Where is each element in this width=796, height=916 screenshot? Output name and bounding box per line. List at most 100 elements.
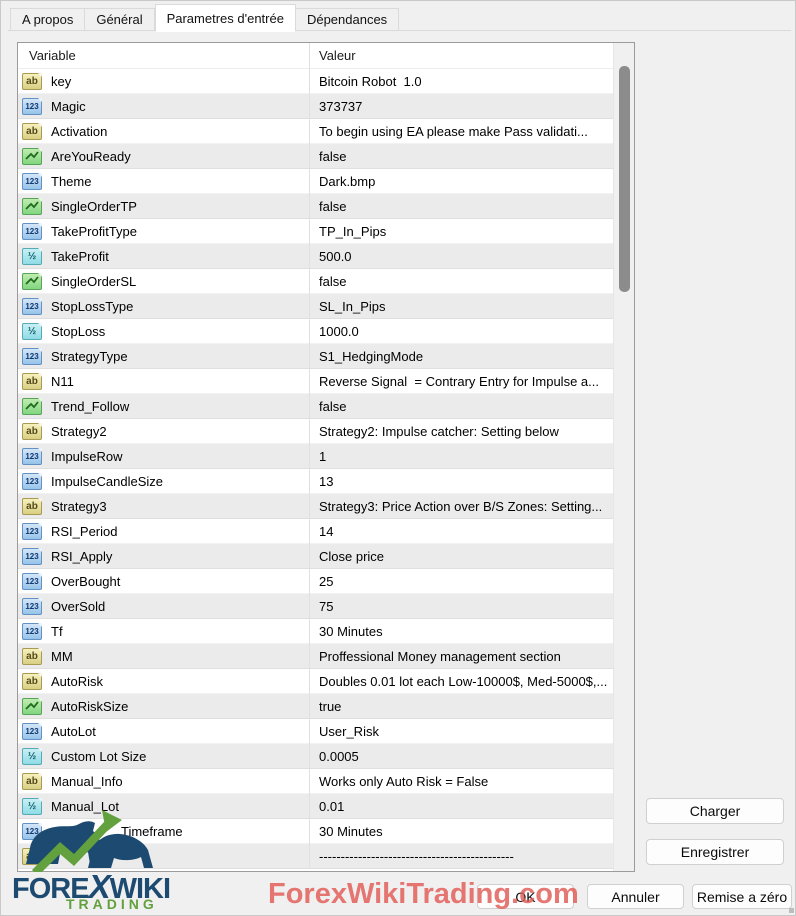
variable-label: OverBought: [51, 574, 121, 589]
value-cell[interactable]: 373737: [310, 94, 613, 119]
table-row[interactable]: 123 Tf 30 Minutes: [18, 619, 613, 644]
value-cell[interactable]: true: [310, 694, 613, 719]
table-row[interactable]: 123 Magic 373737: [18, 94, 613, 119]
table-row[interactable]: ab key Bitcoin Robot 1.0: [18, 69, 613, 94]
value-cell[interactable]: 30 Minutes: [310, 819, 613, 844]
value-cell[interactable]: Strategy3: Price Action over B/S Zones: …: [310, 494, 613, 519]
table-row[interactable]: ½ TakeProfit 500.0: [18, 244, 613, 269]
value-cell[interactable]: SL_In_Pips: [310, 294, 613, 319]
table-row[interactable]: ab -------------------------------------…: [18, 844, 613, 869]
table-row[interactable]: 123 StrategyType S1_HedgingMode: [18, 344, 613, 369]
variable-cell: ab Activation: [18, 119, 310, 144]
parameters-grid: Variable Valeur ab key Bitcoin Robot 1.0…: [18, 43, 613, 871]
variable-label: Manual_Lot: [51, 799, 119, 814]
integer-type-icon: 123: [22, 348, 42, 365]
table-row[interactable]: Trend_Follow false: [18, 394, 613, 419]
annuler-button[interactable]: Annuler: [587, 884, 684, 909]
table-row[interactable]: ab Activation To begin using EA please m…: [18, 119, 613, 144]
variable-label: Strategy2: [51, 424, 107, 439]
table-row[interactable]: 123 Theme Dark.bmp: [18, 169, 613, 194]
variable-label: ImpulseRow: [51, 449, 123, 464]
value-cell[interactable]: 0.01: [310, 794, 613, 819]
table-row[interactable]: ab Strategy3 Strategy3: Price Action ove…: [18, 494, 613, 519]
value-cell[interactable]: S1_HedgingMode: [310, 344, 613, 369]
table-row[interactable]: ab AutoRisk Doubles 0.01 lot each Low-10…: [18, 669, 613, 694]
value-cell[interactable]: 1: [310, 444, 613, 469]
table-row[interactable]: AreYouReady false: [18, 144, 613, 169]
variable-cell: 123 TakeProfitType: [18, 219, 310, 244]
table-row[interactable]: 123 RSI_Apply Close price: [18, 544, 613, 569]
value-cell[interactable]: Proffessional Money management section: [310, 644, 613, 669]
table-row[interactable]: ½ Custom Lot Size 0.0005: [18, 744, 613, 769]
table-row[interactable]: ab Strategy2 Strategy2: Impulse catcher:…: [18, 419, 613, 444]
value-cell[interactable]: Close price: [310, 544, 613, 569]
variable-cell: ab MM: [18, 644, 310, 669]
resize-grip[interactable]: [789, 908, 794, 913]
value-cell[interactable]: 25: [310, 569, 613, 594]
table-row[interactable]: 123 OverBought 25: [18, 569, 613, 594]
value-cell[interactable]: Reverse Signal = Contrary Entry for Impu…: [310, 369, 613, 394]
table-row[interactable]: SingleOrderSL false: [18, 269, 613, 294]
ok-button[interactable]: OK: [477, 884, 574, 909]
value-cell[interactable]: Doubles 0.01 lot each Low-10000$, Med-50…: [310, 669, 613, 694]
variable-cell: ½ Manual_Lot: [18, 794, 310, 819]
value-cell[interactable]: Strategy2: Impulse catcher: Setting belo…: [310, 419, 613, 444]
tab-parametres-entree[interactable]: Parametres d'entrée: [154, 4, 296, 32]
table-row[interactable]: 123 AutoLot User_Risk: [18, 719, 613, 744]
value-cell[interactable]: 0.0005: [310, 744, 613, 769]
table-row[interactable]: AutoRiskSize true: [18, 694, 613, 719]
variable-cell: 123 RSI_Apply: [18, 544, 310, 569]
variable-cell: 123 OverBought: [18, 569, 310, 594]
tab-general[interactable]: Général: [85, 8, 155, 31]
value-cell[interactable]: false: [310, 394, 613, 419]
remise-a-zero-button[interactable]: Remise a zéro: [692, 884, 792, 909]
string-type-icon: ab: [22, 648, 42, 665]
table-row[interactable]: ½ StopLoss 1000.0: [18, 319, 613, 344]
enregistrer-button[interactable]: Enregistrer: [646, 839, 784, 865]
variable-cell: Trend_Follow: [18, 394, 310, 419]
value-cell[interactable]: 500.0: [310, 244, 613, 269]
table-row[interactable]: 123 TakeProfitType TP_In_Pips: [18, 219, 613, 244]
variable-label: Manual_Info: [51, 774, 123, 789]
value-cell[interactable]: 30 Minutes: [310, 619, 613, 644]
variable-label: StrategyType: [51, 349, 128, 364]
value-cell[interactable]: Works only Auto Risk = False: [310, 769, 613, 794]
table-row[interactable]: 123 OverSold 75: [18, 594, 613, 619]
table-row[interactable]: 123 RSI_Period 14: [18, 519, 613, 544]
value-cell[interactable]: 13: [310, 469, 613, 494]
table-row[interactable]: 123 Timeframe 30 Minutes: [18, 819, 613, 844]
table-row[interactable]: ½ Manual_Lot 0.01: [18, 794, 613, 819]
value-cell[interactable]: To begin using EA please make Pass valid…: [310, 119, 613, 144]
table-row[interactable]: SingleOrderTP false: [18, 194, 613, 219]
scrollbar-thumb[interactable]: [619, 66, 630, 292]
value-cell[interactable]: false: [310, 144, 613, 169]
value-cell[interactable]: 75: [310, 594, 613, 619]
value-cell[interactable]: Bitcoin Robot 1.0: [310, 69, 613, 94]
value-cell[interactable]: User_Risk: [310, 719, 613, 744]
value-cell[interactable]: TP_In_Pips: [310, 219, 613, 244]
value-cell[interactable]: Dark.bmp: [310, 169, 613, 194]
string-type-icon: ab: [22, 848, 42, 865]
charger-button[interactable]: Charger: [646, 798, 784, 824]
logo-x-glyph: X: [88, 868, 111, 905]
value-cell[interactable]: 14: [310, 519, 613, 544]
value-cell[interactable]: 1000.0: [310, 319, 613, 344]
value-cell[interactable]: false: [310, 194, 613, 219]
table-row[interactable]: 123 StopLossType SL_In_Pips: [18, 294, 613, 319]
tab-a-propos[interactable]: A propos: [10, 8, 86, 31]
table-row[interactable]: 123 ImpulseRow 1: [18, 444, 613, 469]
table-row[interactable]: ab N11 Reverse Signal = Contrary Entry f…: [18, 369, 613, 394]
value-cell[interactable]: false: [310, 269, 613, 294]
vertical-scrollbar[interactable]: [613, 43, 634, 871]
integer-type-icon: 123: [22, 298, 42, 315]
variable-label: AutoRisk: [51, 674, 104, 689]
value-cell[interactable]: ----------------------------------------…: [310, 844, 613, 869]
table-row[interactable]: ab MM Proffessional Money management sec…: [18, 644, 613, 669]
table-row[interactable]: 123 ImpulseCandleSize 13: [18, 469, 613, 494]
variable-label: OverSold: [51, 599, 106, 614]
table-row[interactable]: ab Manual_Info Works only Auto Risk = Fa…: [18, 769, 613, 794]
variable-label: AutoLot: [51, 724, 96, 739]
variable-label: SingleOrderSL: [51, 274, 137, 289]
tab-dependances[interactable]: Dépendances: [295, 8, 400, 31]
variable-cell: 123 RSI_Period: [18, 519, 310, 544]
